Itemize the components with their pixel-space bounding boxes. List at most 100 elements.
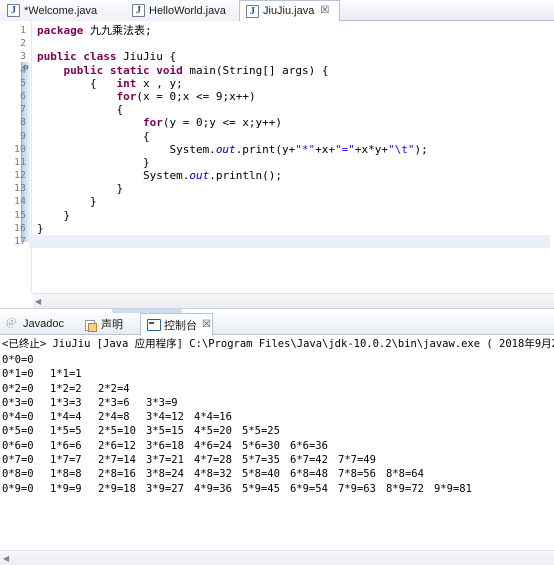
console-output-cell: 5*5=25 [242,425,280,438]
editor-tab-label: *Welcome.java [24,4,98,17]
console-output-cell: 5*6=30 [242,439,280,452]
console-output-cell: 2*6=12 [98,439,136,452]
line-number: 16 [13,222,26,234]
console-output-cell: 4*6=24 [194,439,232,452]
code-line[interactable]: System.out.print(y+"*"+x+"="+x*y+"\t"); [33,143,554,156]
console-output-row: 0*5=0 1*5=5 2*5=10 3*5=15 4*5=20 5*5=25 [2,424,554,438]
console-output-cell: 7*9=63 [338,482,376,495]
code-text-area[interactable]: package 九九乘法表; public class JiuJiu { pub… [29,21,554,293]
console-output-cell: 3*7=21 [146,454,184,467]
console-output-cell: 0*6=0 [2,439,34,452]
console-output-cell: 4*8=32 [194,468,232,481]
console-output-cell: 0*5=0 [2,425,34,438]
code-token-kw: package [37,24,84,37]
console-output-row: 0*4=0 1*4=4 2*4=8 3*4=12 4*4=16 [2,410,554,424]
eclipse-ide-window: *Welcome.java HelloWorld.java JiuJiu.jav… [0,0,554,565]
code-line[interactable]: package 九九乘法表; [33,24,554,37]
code-line[interactable] [33,37,554,50]
console-output-cell: 4*7=28 [194,454,232,467]
console-output-cell: 2*2=4 [98,382,130,395]
console-horizontal-scrollbar[interactable]: ◀ [0,550,554,565]
view-tab-javadoc[interactable]: Javadoc [0,313,78,335]
console-output-cell: 8*9=72 [386,482,424,495]
code-line[interactable] [29,235,550,249]
code-line[interactable]: { [33,103,554,116]
code-line[interactable]: for(x = 0;x <= 9;x++) [33,90,554,103]
code-line[interactable]: for(y = 0;y <= x;y++) [33,116,554,129]
code-token-kw: static [109,63,150,77]
close-icon[interactable]: ☒ [320,6,329,16]
editor-horizontal-scrollbar[interactable]: ◀ [33,293,554,308]
console-output-cell: 1*1=1 [50,368,82,381]
console-output-cell: 0*9=0 [2,482,34,495]
line-number-ruler: 1 2 3 4 5 6 7 8 9 10 11 12 13 14 15 16 17 [0,21,30,248]
console-output-cell: 4*5=20 [194,425,232,438]
code-token-plain: ; [144,24,152,37]
code-token-plain: x , y; [136,76,183,90]
console-output-cell: 6*7=42 [290,454,328,467]
line-number: 8 [19,117,26,129]
console-output-cell: 3*8=24 [146,468,184,481]
close-icon[interactable]: ☒ [202,319,211,330]
console-output-cell: 5*7=35 [242,454,280,467]
code-token-plain: { [37,129,150,143]
code-line[interactable]: } [33,182,554,195]
code-line[interactable]: { int x , y; [33,77,554,90]
scroll-left-icon[interactable]: ◀ [3,554,9,563]
console-icon [147,318,161,331]
java-file-icon [246,4,259,18]
console-output-cell: 5*9=45 [242,482,280,495]
code-token-kw: void [156,63,183,77]
console-output-cell: 7*8=56 [338,468,376,481]
view-tab-label: Javadoc [23,318,64,330]
console-output-cell: 0*1=0 [2,368,34,381]
code-token-plain: } [37,195,97,209]
code-line[interactable]: } [33,156,554,169]
code-token-plain: (y = 0;y <= x;y++) [162,116,283,130]
line-number: 7 [19,104,26,116]
console-output-cell: 3*9=27 [146,482,184,495]
editor-tab-welcome[interactable]: *Welcome.java [0,0,125,21]
line-number: 3 [19,51,26,63]
editor-tab-jiujiu[interactable]: JiuJiu.java ☒ [239,0,340,22]
view-tab-console[interactable]: 控制台 ☒ [140,313,213,336]
scroll-left-icon[interactable]: ◀ [35,297,41,306]
code-line[interactable]: { [33,130,554,143]
console-output[interactable]: 0*0=0 0*1=0 1*1=1 0*2=0 1*2=2 2*2=4 0*3=0 1*3=3… [0,353,554,548]
editor-tab-helloworld[interactable]: HelloWorld.java [125,0,239,21]
code-line[interactable]: } [33,222,554,235]
code-token-fld: out [189,169,210,183]
editor-gutter[interactable]: 1 2 3 4 5 6 7 8 9 10 11 12 13 14 15 16 17 ⊖ [0,21,32,293]
code-editor[interactable]: 1 2 3 4 5 6 7 8 9 10 11 12 13 14 15 16 17 ⊖ package 九九乘法… [0,21,554,293]
console-output-cell: 2*8=16 [98,468,136,481]
fold-collapse-icon[interactable]: ⊖ [22,64,30,73]
console-output-cell: 6*8=48 [290,468,328,481]
console-output-cell: 9*9=81 [434,482,472,495]
line-number: 9 [19,130,26,142]
line-number: 5 [19,77,26,89]
code-line[interactable]: } [33,209,554,222]
code-line[interactable]: System.out.println(); [33,169,554,182]
code-line[interactable]: public static void main(String[] args) { [33,64,554,77]
line-number: 17 [13,236,26,247]
java-file-icon [7,4,20,17]
code-line[interactable]: } [33,195,554,208]
code-token-plain: .println(); [209,169,283,183]
code-token-str: "*" [295,142,316,156]
line-number: 11 [13,156,26,168]
line-number: 10 [13,143,26,155]
code-line[interactable]: public class JiuJiu { [33,50,554,63]
console-output-cell: 1*7=7 [50,454,82,467]
code-token-plain: main(String[] args) { [182,63,329,77]
view-tab-label: 声明 [101,319,123,331]
code-token-plain: } [37,208,71,222]
declaration-icon [84,318,97,332]
console-output-cell: 6*6=36 [290,439,328,452]
code-token-plain: { [37,76,117,90]
code-token-plain: +x*y+ [354,142,389,156]
console-output-cell: 2*7=14 [98,454,136,467]
console-output-cell: 0*2=0 [2,382,34,395]
console-output-cell: 6*9=54 [290,482,328,495]
view-tab-declaration[interactable]: 声明 [78,313,140,335]
